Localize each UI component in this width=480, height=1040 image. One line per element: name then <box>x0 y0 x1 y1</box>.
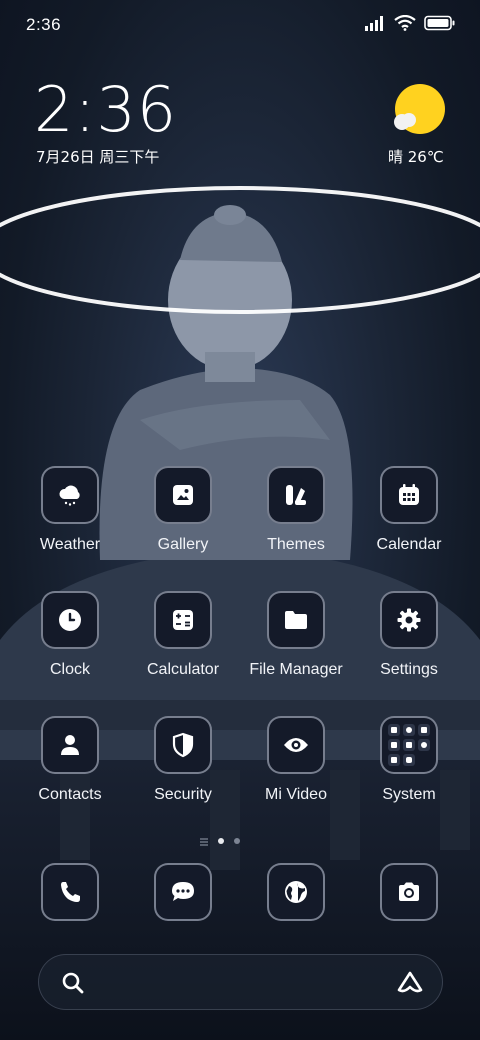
app-folder-system[interactable]: System <box>353 716 465 804</box>
wifi-icon <box>394 14 416 35</box>
app-label: Clock <box>49 661 90 678</box>
page-indicator[interactable] <box>200 831 240 850</box>
dock-messaging[interactable] <box>127 863 239 921</box>
app-label: Calculator <box>146 661 220 678</box>
app-file-manager[interactable]: File Manager <box>240 591 352 679</box>
app-calculator[interactable]: Calculator <box>127 591 239 679</box>
app-label: Settings <box>380 661 438 678</box>
home-screen: 2:36 2:36 7月26日 周三下午 晴 26℃ Weather Galle… <box>0 0 480 1040</box>
app-security[interactable]: Security <box>127 716 239 804</box>
clock-widget-time[interactable]: 2:36 <box>34 74 177 146</box>
folder-icon <box>267 591 325 649</box>
status-bar: 2:36 <box>0 0 480 52</box>
search-icon[interactable] <box>61 971 85 999</box>
contacts-icon <box>41 716 99 774</box>
battery-icon <box>424 15 456 35</box>
dock-browser[interactable] <box>240 863 352 921</box>
themes-icon <box>267 466 325 524</box>
status-time: 2:36 <box>26 15 62 34</box>
app-calendar[interactable]: Calendar <box>353 466 465 554</box>
calendar-icon <box>380 466 438 524</box>
app-label: Weather <box>39 536 101 553</box>
gallery-icon <box>154 466 212 524</box>
camera-icon <box>380 863 438 921</box>
shield-icon <box>154 716 212 774</box>
app-themes[interactable]: Themes <box>240 466 352 554</box>
folder-grid-icon <box>380 716 438 774</box>
page-dot-1[interactable] <box>218 837 224 844</box>
app-weather[interactable]: Weather <box>14 466 126 554</box>
phone-icon <box>41 863 99 921</box>
eye-icon <box>267 716 325 774</box>
calculator-icon <box>154 591 212 649</box>
menu-lines-icon <box>200 831 208 850</box>
clock-icon <box>41 591 99 649</box>
app-contacts[interactable]: Contacts <box>14 716 126 804</box>
app-label: File Manager <box>249 661 343 678</box>
sunny-cloud-icon[interactable] <box>392 84 446 138</box>
app-mi-video[interactable]: Mi Video <box>240 716 352 804</box>
page-dot-2[interactable] <box>234 837 240 844</box>
dock-phone[interactable] <box>14 863 126 921</box>
app-label: System <box>382 786 436 803</box>
app-label: Gallery <box>157 536 209 553</box>
app-clock[interactable]: Clock <box>14 591 126 679</box>
dock-camera[interactable] <box>353 863 465 921</box>
weather-widget-text: 晴 26℃ <box>388 148 444 166</box>
clock-widget-date: 7月26日 周三下午 <box>36 148 160 166</box>
weather-icon <box>41 466 99 524</box>
message-icon <box>154 863 212 921</box>
app-settings[interactable]: Settings <box>353 591 465 679</box>
search-bar[interactable] <box>38 954 443 1010</box>
signal-icon <box>364 15 386 35</box>
gear-icon <box>380 591 438 649</box>
app-label: Mi Video <box>265 786 327 803</box>
app-label: Themes <box>267 536 325 553</box>
app-label: Calendar <box>376 536 442 553</box>
assistant-icon[interactable] <box>396 970 424 998</box>
app-gallery[interactable]: Gallery <box>127 466 239 554</box>
app-label: Security <box>154 786 212 803</box>
app-label: Contacts <box>38 786 102 803</box>
browser-icon <box>267 863 325 921</box>
